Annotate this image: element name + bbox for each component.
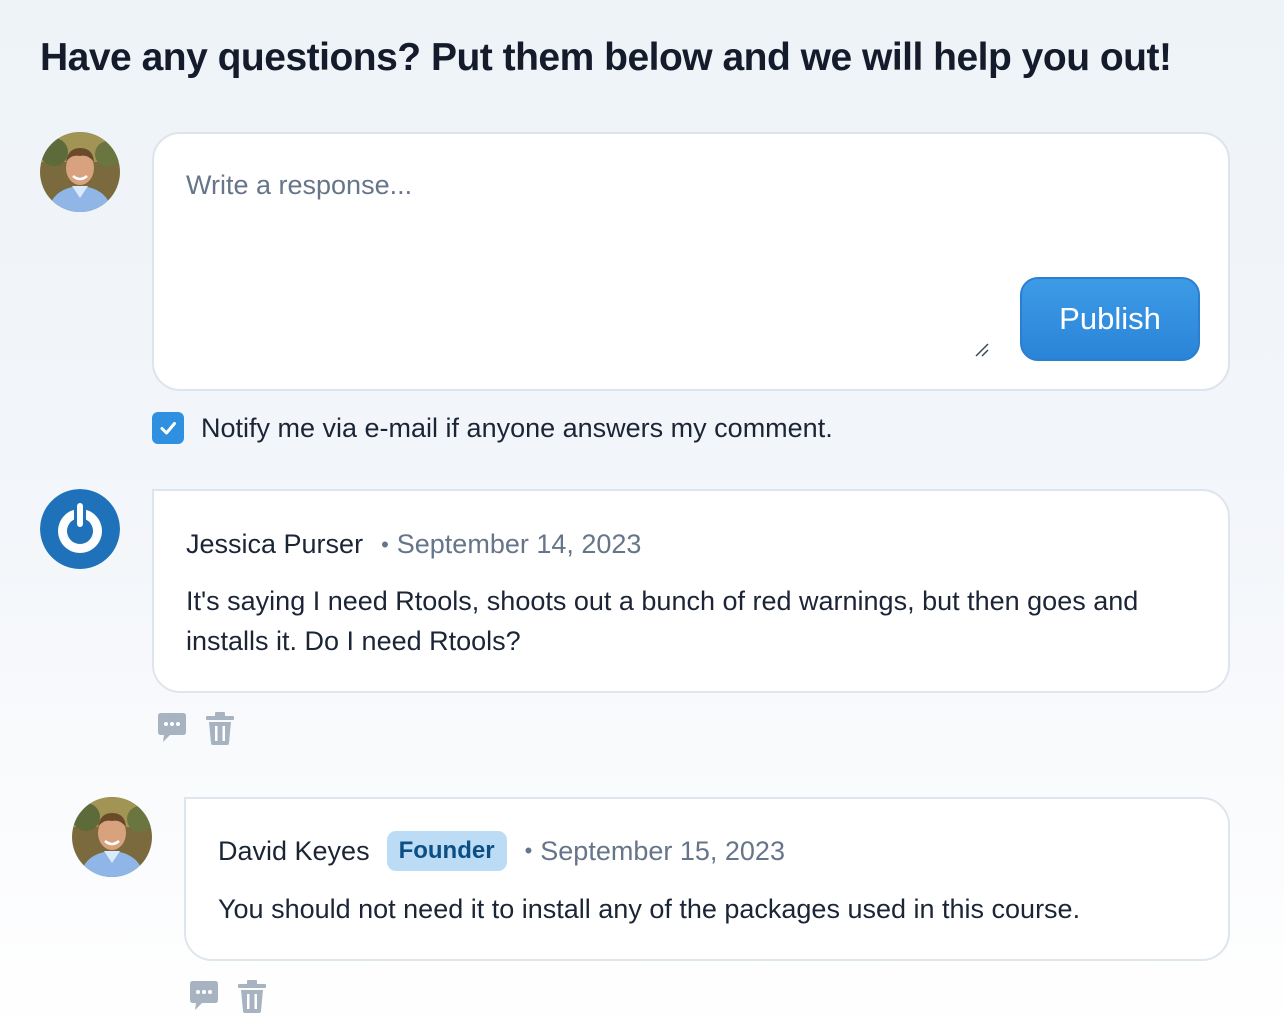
comment-author: Jessica Purser (186, 529, 364, 559)
comment-actions (154, 710, 238, 746)
notify-label: Notify me via e-mail if anyone answers m… (201, 412, 833, 443)
trash-icon[interactable] (202, 710, 238, 746)
comment-card: Jessica Purser • September 14, 2023 It's… (152, 489, 1230, 693)
reply-card: David Keyes Founder • September 15, 2023… (184, 797, 1230, 961)
trash-icon[interactable] (234, 978, 270, 1014)
notify-checkbox[interactable] (152, 412, 184, 444)
reply-author-avatar (72, 797, 152, 877)
founder-badge: Founder (386, 831, 507, 871)
comment-text: It's saying I need Rtools, shoots out a … (186, 586, 1139, 656)
reply-text: You should not need it to install any of… (218, 894, 1081, 924)
separator-dot: • (381, 531, 389, 557)
comment-header: Jessica Purser • September 14, 2023 (186, 529, 641, 560)
checkmark-icon (160, 422, 176, 435)
notify-option: Notify me via e-mail if anyone answers m… (152, 412, 833, 444)
reply-author: David Keyes (218, 835, 370, 866)
reply-icon[interactable] (186, 978, 222, 1014)
publish-button[interactable]: Publish (1020, 277, 1200, 361)
separator-dot: • (524, 838, 533, 863)
reply-date: September 15, 2023 (540, 835, 785, 866)
power-logo-icon (40, 489, 120, 569)
current-user-avatar (40, 132, 120, 212)
reply-header: David Keyes Founder • September 15, 2023 (218, 831, 785, 871)
comment-date: September 14, 2023 (396, 529, 642, 559)
resize-handle-icon[interactable] (972, 340, 990, 358)
reply-actions (186, 978, 270, 1014)
comment-composer: Publish (152, 132, 1230, 391)
page-title: Have any questions? Put them below and w… (40, 36, 1172, 79)
reply-icon[interactable] (154, 710, 190, 746)
response-input[interactable] (186, 170, 986, 350)
